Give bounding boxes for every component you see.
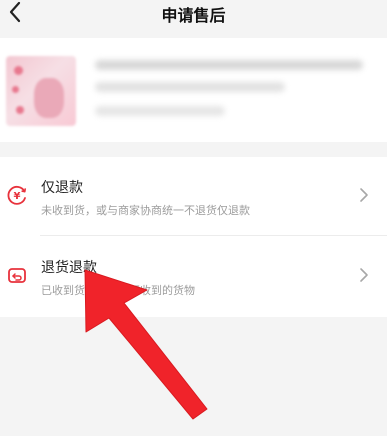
product-spec-blurred <box>95 82 285 92</box>
return-box-icon <box>8 268 26 283</box>
product-name-blurred <box>95 60 363 70</box>
aftersale-options: ¥ 仅退款 未收到货，或与商家协商统一不退货仅退款 退货退款 已收到货，需要退还… <box>0 157 387 317</box>
option-refund-only[interactable]: ¥ 仅退款 未收到货，或与商家协商统一不退货仅退款 <box>0 157 387 236</box>
product-extra-blurred <box>95 106 225 116</box>
top-bar: 申请售后 <box>0 0 387 26</box>
page-title: 申请售后 <box>161 6 226 25</box>
option-title: 仅退款 <box>41 180 83 196</box>
option-description: 未收到货，或与商家协商统一不退货仅退款 <box>41 204 250 217</box>
product-thumbnail <box>6 56 76 126</box>
yen-refund-icon: ¥ <box>7 185 27 205</box>
chevron-right-icon <box>360 268 368 282</box>
chevron-right-icon <box>360 188 368 202</box>
option-title: 退货退款 <box>41 260 97 276</box>
svg-text:¥: ¥ <box>14 191 21 202</box>
product-card[interactable] <box>0 38 387 142</box>
option-description: 已收到货，需要退还收到的货物 <box>41 284 195 297</box>
option-return-refund[interactable]: 退货退款 已收到货，需要退还收到的货物 <box>0 237 387 315</box>
divider <box>40 235 387 236</box>
